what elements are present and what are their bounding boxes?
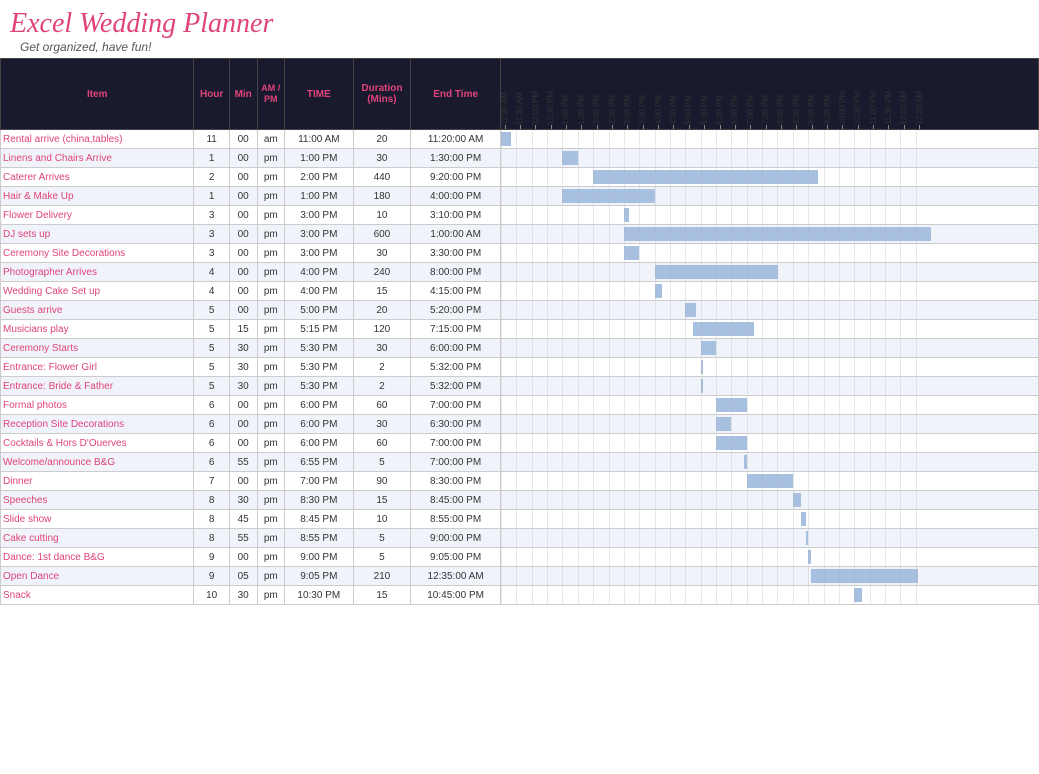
table-row: Dance: 1st dance B&G900pm9:00 PM59:05:00… xyxy=(1,548,1039,567)
chart-cell xyxy=(501,282,1039,301)
chart-cell xyxy=(501,415,1039,434)
table-row: Flower Delivery300pm3:00 PM103:10:00 PM xyxy=(1,206,1039,225)
chart-cell xyxy=(501,548,1039,567)
table-header: Item Hour Min AM / PM TIME Duration (Min… xyxy=(1,59,1039,130)
chart-cell xyxy=(501,149,1039,168)
table-row: Caterer Arrives200pm2:00 PM4409:20:00 PM xyxy=(1,168,1039,187)
table-row: Hair & Make Up100pm1:00 PM1804:00:00 PM xyxy=(1,187,1039,206)
table-row: Ceremony Site Decorations300pm3:00 PM303… xyxy=(1,244,1039,263)
chart-cell xyxy=(501,396,1039,415)
chart-cell xyxy=(501,377,1039,396)
timeline-bar xyxy=(562,151,577,165)
table-row: Wedding Cake Set up400pm4:00 PM154:15:00… xyxy=(1,282,1039,301)
table-row: Speeches830pm8:30 PM158:45:00 PM xyxy=(1,491,1039,510)
table-row: Welcome/announce B&G655pm6:55 PM57:00:00… xyxy=(1,453,1039,472)
col-header-ampm: AM / PM xyxy=(257,59,284,130)
timeline-bar xyxy=(793,493,801,507)
table-row: Snack1030pm10:30 PM1510:45:00 PM xyxy=(1,586,1039,605)
table-row: Rental arrive (china,tables)1100am11:00 … xyxy=(1,130,1039,149)
table-row: Ceremony Starts530pm5:30 PM306:00:00 PM xyxy=(1,339,1039,358)
chart-cell xyxy=(501,225,1039,244)
col-header-endtime: End Time xyxy=(411,59,501,130)
table-row: Slide show845pm8:45 PM108:55:00 PM xyxy=(1,510,1039,529)
chart-cell xyxy=(501,301,1039,320)
chart-cell xyxy=(501,130,1039,149)
app-subtitle: Get organized, have fun! xyxy=(20,40,1029,54)
chart-cell xyxy=(501,510,1039,529)
timeline-bar xyxy=(593,170,818,184)
timeline-bar xyxy=(701,341,716,355)
col-header-time: TIME xyxy=(285,59,354,130)
chart-cell xyxy=(501,187,1039,206)
chart-cell xyxy=(501,320,1039,339)
chart-cell xyxy=(501,453,1039,472)
table-body: Rental arrive (china,tables)1100am11:00 … xyxy=(1,130,1039,605)
table-row: Entrance: Flower Girl530pm5:30 PM25:32:0… xyxy=(1,358,1039,377)
chart-cell xyxy=(501,263,1039,282)
timeline-bar xyxy=(747,474,793,488)
col-header-chart: 11:00 AM11:30 AM12:00 PM12:30 PM1:00 PM1… xyxy=(501,59,1039,130)
table-row: Cocktails & Hors D'Ouerves600pm6:00 PM60… xyxy=(1,434,1039,453)
timeline-bar xyxy=(501,132,511,146)
chart-cell xyxy=(501,472,1039,491)
table-row: Musicians play515pm5:15 PM1207:15:00 PM xyxy=(1,320,1039,339)
chart-cell xyxy=(501,339,1039,358)
table-row: Photographer Arrives400pm4:00 PM2408:00:… xyxy=(1,263,1039,282)
table-row: Guests arrive500pm5:00 PM205:20:00 PM xyxy=(1,301,1039,320)
app-header: Excel Wedding Planner Get organized, hav… xyxy=(0,0,1039,58)
col-header-duration: Duration (Mins) xyxy=(353,59,411,130)
timeline-bar xyxy=(801,512,806,526)
table-row: Dinner700pm7:00 PM908:30:00 PM xyxy=(1,472,1039,491)
chart-cell xyxy=(501,168,1039,187)
timeline-bar xyxy=(693,322,754,336)
col-header-hour: Hour xyxy=(194,59,229,130)
timeline-bar xyxy=(716,417,731,431)
chart-cell xyxy=(501,434,1039,453)
col-header-item: Item xyxy=(1,59,194,130)
planner-table: Item Hour Min AM / PM TIME Duration (Min… xyxy=(0,58,1039,605)
table-row: Linens and Chairs Arrive100pm1:00 PM301:… xyxy=(1,149,1039,168)
timeline-bar xyxy=(624,246,639,260)
table-row: Reception Site Decorations600pm6:00 PM30… xyxy=(1,415,1039,434)
chart-cell xyxy=(501,491,1039,510)
table-row: Cake cutting855pm8:55 PM59:00:00 PM xyxy=(1,529,1039,548)
table-row: Formal photos600pm6:00 PM607:00:00 PM xyxy=(1,396,1039,415)
chart-cell xyxy=(501,567,1039,586)
col-header-min: Min xyxy=(229,59,257,130)
chart-cell xyxy=(501,358,1039,377)
chart-cell xyxy=(501,206,1039,225)
timeline-bar xyxy=(854,588,862,602)
chart-cell xyxy=(501,529,1039,548)
planner-table-wrapper: Item Hour Min AM / PM TIME Duration (Min… xyxy=(0,58,1039,605)
timeline-bar xyxy=(655,284,663,298)
chart-cell xyxy=(501,244,1039,263)
app-title: Excel Wedding Planner xyxy=(10,8,1029,40)
chart-cell xyxy=(501,586,1039,605)
table-row: Entrance: Bride & Father530pm5:30 PM25:3… xyxy=(1,377,1039,396)
timeline-bar xyxy=(811,569,919,583)
table-row: DJ sets up300pm3:00 PM6001:00:00 AM xyxy=(1,225,1039,244)
timeline-bar xyxy=(685,303,695,317)
table-row: Open Dance905pm9:05 PM21012:35:00 AM xyxy=(1,567,1039,586)
